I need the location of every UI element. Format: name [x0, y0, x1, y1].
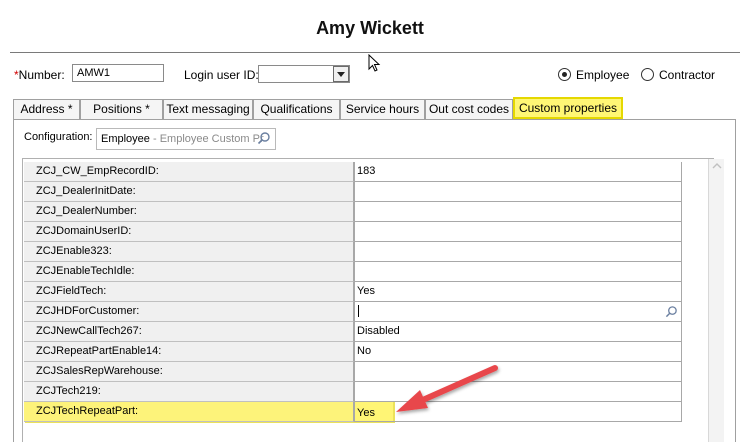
- property-name: ZCJEnable323:: [24, 242, 354, 262]
- contractor-radio[interactable]: [641, 68, 654, 81]
- property-name: ZCJ_DealerInitDate:: [24, 182, 354, 202]
- property-name: ZCJHDForCustomer:: [24, 302, 354, 322]
- property-name: ZCJSalesRepWarehouse:: [24, 362, 354, 382]
- property-value-field[interactable]: Yes: [354, 282, 682, 302]
- text-caret: [358, 305, 359, 318]
- property-row: ZCJ_DealerNumber:: [24, 202, 684, 222]
- employee-radio-label: Employee: [576, 68, 630, 82]
- tab-address[interactable]: Address *: [13, 99, 80, 119]
- property-row: ZCJDomainUserID:: [24, 222, 684, 242]
- title-divider: [10, 52, 740, 53]
- tab-service-hours[interactable]: Service hours: [340, 99, 425, 119]
- employee-radio[interactable]: [558, 68, 571, 81]
- property-row: ZCJ_DealerInitDate:: [24, 182, 684, 202]
- property-name: ZCJTech219:: [24, 382, 354, 402]
- window-title: Amy Wickett: [316, 18, 424, 38]
- property-value-field[interactable]: [354, 262, 682, 282]
- property-row: ZCJNewCallTech267: Disabled: [24, 322, 684, 342]
- scroll-up-icon[interactable]: [709, 159, 725, 173]
- number-label: *Number:: [14, 68, 65, 82]
- tab-out-cost-codes[interactable]: Out cost codes: [425, 99, 513, 119]
- property-name: ZCJ_CW_EmpRecordID:: [24, 162, 354, 182]
- property-name: ZCJRepeatPartEnable14:: [24, 342, 354, 362]
- property-row: ZCJEnableTechIdle:: [24, 262, 684, 282]
- property-row: ZCJEnable323:: [24, 242, 684, 262]
- property-value-field[interactable]: [354, 222, 682, 242]
- property-name: ZCJTechRepeatPart:: [24, 402, 354, 422]
- configuration-field[interactable]: Employee - Employee Custom Pr: [96, 128, 276, 150]
- highlighted-value-text: Yes: [357, 407, 375, 419]
- mouse-cursor-icon: [368, 53, 382, 77]
- property-value-field[interactable]: 183: [354, 162, 682, 182]
- property-name: ZCJEnableTechIdle:: [24, 262, 354, 282]
- property-row: ZCJSalesRepWarehouse:: [24, 362, 684, 382]
- annotation-arrow-icon: [396, 365, 498, 412]
- tab-qualifications[interactable]: Qualifications: [253, 99, 340, 119]
- property-row: ZCJFieldTech: Yes: [24, 282, 684, 302]
- vertical-scrollbar[interactable]: [708, 159, 724, 442]
- login-dropdown-button[interactable]: [333, 66, 349, 82]
- configuration-description: - Employee Custom Pr: [149, 133, 264, 145]
- property-value-field[interactable]: Disabled: [354, 322, 682, 342]
- property-value-field-active[interactable]: [354, 302, 682, 322]
- configuration-value: Employee: [101, 133, 150, 145]
- property-name: ZCJDomainUserID:: [24, 222, 354, 242]
- configuration-label: Configuration:: [24, 131, 93, 143]
- property-name: ZCJ_DealerNumber:: [24, 202, 354, 222]
- property-name: ZCJFieldTech:: [24, 282, 354, 302]
- property-row: ZCJ_CW_EmpRecordID: 183: [24, 162, 684, 182]
- contractor-radio-label: Contractor: [659, 68, 716, 82]
- search-icon[interactable]: [257, 131, 271, 148]
- property-row-highlighted: ZCJTechRepeatPart:: [24, 402, 684, 422]
- lookup-search-icon[interactable]: [665, 305, 678, 318]
- tab-positions[interactable]: Positions *: [80, 99, 163, 119]
- login-user-id-label: Login user ID:: [184, 68, 259, 82]
- property-value-field[interactable]: No: [354, 342, 682, 362]
- property-value-field[interactable]: [354, 202, 682, 222]
- property-value-field[interactable]: [354, 242, 682, 262]
- property-row: ZCJHDForCustomer:: [24, 302, 684, 322]
- number-field[interactable]: AMW1: [72, 64, 164, 82]
- tab-text-messaging[interactable]: Text messaging: [163, 99, 253, 119]
- property-row: ZCJRepeatPartEnable14: No: [24, 342, 684, 362]
- property-name: ZCJNewCallTech267:: [24, 322, 354, 342]
- property-row: ZCJTech219:: [24, 382, 684, 402]
- chevron-down-icon: [337, 72, 345, 77]
- tab-custom-properties[interactable]: Custom properties: [513, 97, 623, 119]
- property-value-field[interactable]: [354, 182, 682, 202]
